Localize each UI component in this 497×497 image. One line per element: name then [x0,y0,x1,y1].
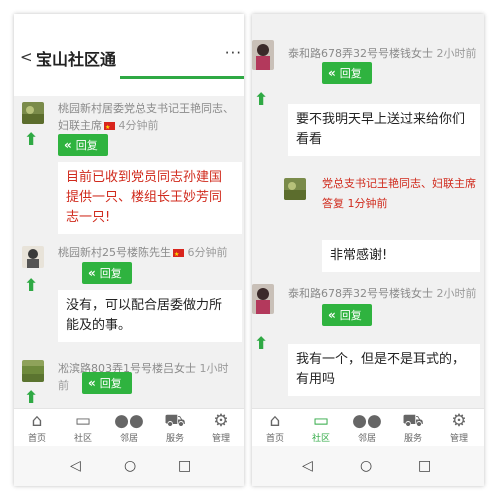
avatar[interactable] [22,102,44,124]
reply-arrow-icon: « [64,138,72,152]
back-icon[interactable]: < [20,48,33,66]
reply-to-label: 答复 [322,197,344,210]
avatar[interactable] [252,284,274,314]
cast-icon: ▭ [312,411,330,431]
page-title: 宝山社区通 [36,50,117,69]
post-time: 1分钟前 [347,197,388,210]
left-screenshot: < 宝山社区通 ··· ⬆ 桃园新村居委党总支书记王艳同志、妇联主席 4分钟前 … [14,14,244,486]
bottom-nav: ⌂ 首页 ▭ 社区 ●● 邻居 ⛟ 服务 ⚙ 管理 [252,408,484,446]
nav-services[interactable]: ⛟ 服务 [390,409,436,445]
reply-arrow-icon: « [88,266,96,280]
reply-label: 回复 [99,377,122,390]
up-arrow-icon[interactable]: ⬆ [254,336,268,353]
post-content: 非常感谢! [322,240,480,272]
up-arrow-icon[interactable]: ⬆ [24,278,38,295]
nav-manage[interactable]: ⚙ 管理 [198,409,244,445]
author-name: 泰和路678弄32号号楼钱女士 [288,47,433,60]
nav-community[interactable]: ▭ 社区 [298,409,344,445]
home-circle-icon[interactable]: ○ [124,456,136,476]
more-icon[interactable]: ··· [225,44,242,62]
post-time: 4分钟前 [118,119,159,132]
app-header: < 宝山社区通 ··· [14,14,244,96]
reply-label: 回复 [339,309,362,322]
chinese-flag-icon [173,246,184,263]
header-accent-bar [120,76,244,79]
cart-icon: ⛟ [402,411,424,431]
author-name: 桃园新村25号楼陈先生 [58,246,171,259]
back-triangle-icon[interactable]: ◁ [70,456,81,476]
author-name: 党总支书记王艳同志、妇联主席 [322,177,476,190]
post-time: 6分钟前 [187,246,228,259]
recents-square-icon[interactable]: □ [178,456,191,476]
avatar[interactable] [284,178,306,200]
system-nav-bar: ◁ ○ □ [252,446,484,486]
nav-neighbors[interactable]: ●● 邻居 [344,409,390,445]
bottom-nav: ⌂ 首页 ▭ 社区 ●● 邻居 ⛟ 服务 ⚙ 管理 [14,408,244,446]
nav-neighbors[interactable]: ●● 邻居 [106,409,152,445]
reply-button[interactable]: «回复 [82,372,132,394]
nav-home[interactable]: ⌂ 首页 [252,409,298,445]
up-arrow-icon[interactable]: ⬆ [24,390,38,407]
gear-icon: ⚙ [451,411,467,431]
back-triangle-icon[interactable]: ◁ [302,456,313,476]
reply-button[interactable]: «回复 [322,62,372,84]
cast-icon: ▭ [74,411,92,431]
nav-community[interactable]: ▭ 社区 [60,409,106,445]
right-screenshot: ⬆ 泰和路678弄32号号楼钱女士 2小时前 «回复 要不我明天早上送过来给你们… [252,14,484,486]
nav-services[interactable]: ⛟ 服务 [152,409,198,445]
gear-icon: ⚙ [213,411,229,431]
system-nav-bar: ◁ ○ □ [14,446,244,486]
home-circle-icon[interactable]: ○ [360,456,372,476]
reply-arrow-icon: « [328,66,336,80]
people-icon: ●● [352,411,382,431]
author-name: 泰和路678弄32号号楼钱女士 [288,287,433,300]
up-arrow-icon[interactable]: ⬆ [254,92,268,109]
nav-home[interactable]: ⌂ 首页 [14,409,60,445]
up-arrow-icon[interactable]: ⬆ [24,132,38,149]
avatar[interactable] [22,246,44,268]
reply-button[interactable]: «回复 [322,304,372,326]
post-content: 目前已收到党员同志孙建国提供一只、楼组长王妙芳同志一只! [58,162,242,234]
reply-label: 回复 [99,267,122,280]
post-content: 没有，可以配合居委做力所能及的事。 [58,290,242,342]
home-icon: ⌂ [31,411,43,431]
home-icon: ⌂ [269,411,281,431]
chinese-flag-icon [104,119,115,136]
avatar[interactable] [22,360,44,382]
reply-button[interactable]: «回复 [58,134,108,156]
post-time: 2小时前 [436,47,477,60]
reply-label: 回复 [339,67,362,80]
nav-manage[interactable]: ⚙ 管理 [436,409,482,445]
post-content: 我有一个，但是不是耳式的，有用吗 [288,344,480,396]
reply-button[interactable]: «回复 [82,262,132,284]
recents-square-icon[interactable]: □ [418,456,431,476]
reply-label: 回复 [75,139,98,152]
reply-arrow-icon: « [88,376,96,390]
avatar[interactable] [252,40,274,70]
people-icon: ●● [114,411,144,431]
post-content: 要不我明天早上送过来给你们看看 [288,104,480,156]
reply-arrow-icon: « [328,308,336,322]
post-time: 2小时前 [436,287,477,300]
cart-icon: ⛟ [164,411,186,431]
